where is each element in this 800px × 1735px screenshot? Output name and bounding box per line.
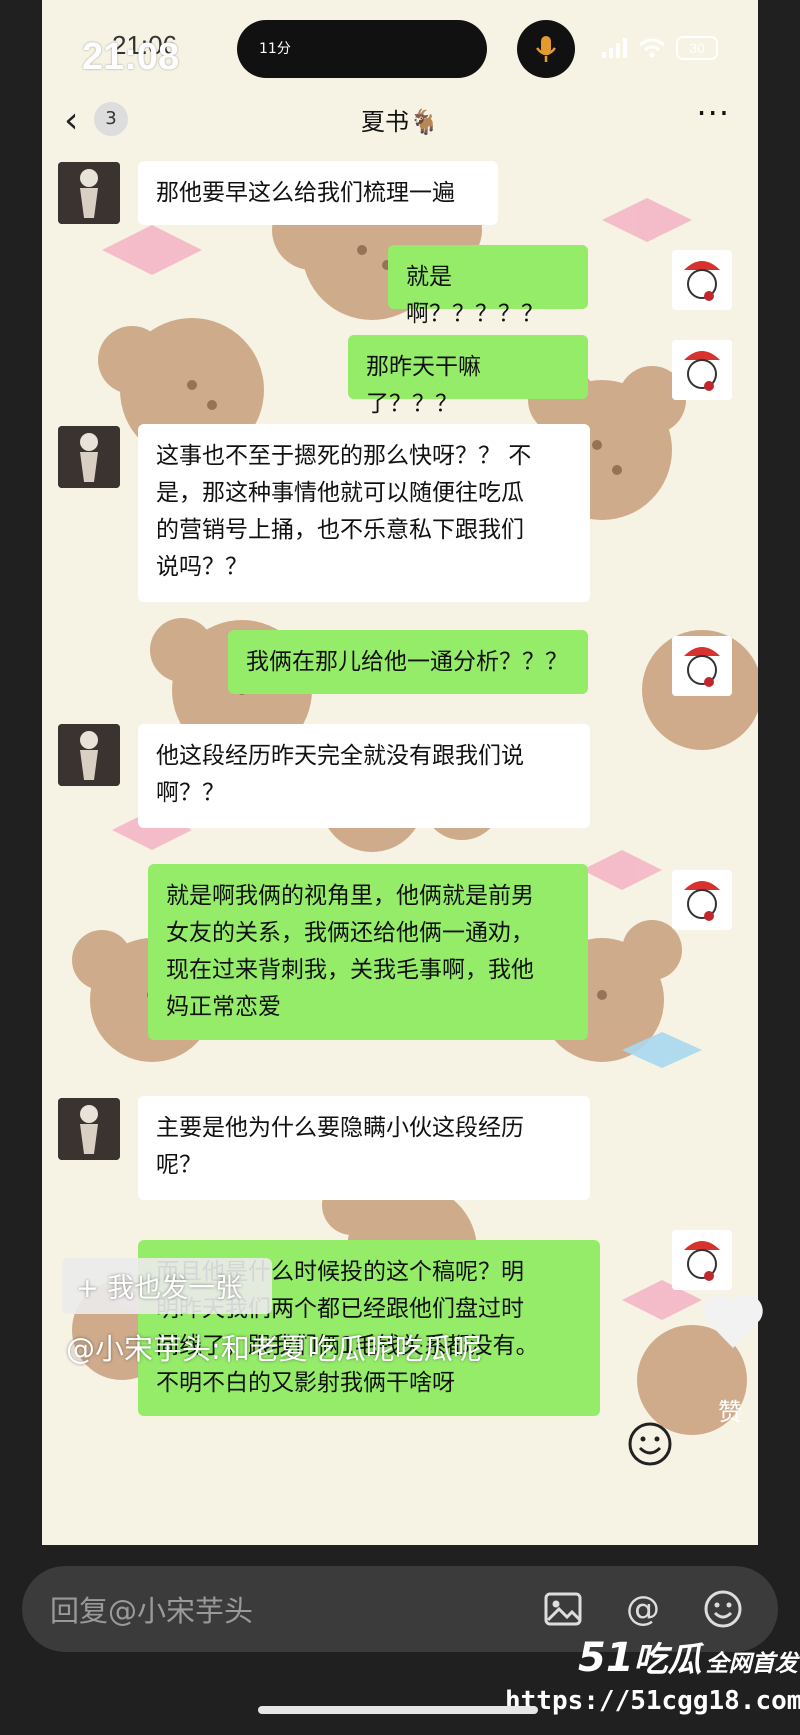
dynamic-island: 11分 — [237, 20, 487, 78]
status-bar: 21:06 21:08 11分 30 — [42, 0, 758, 100]
message-line: 呢？ — [156, 1152, 202, 1178]
island-label: 11分 — [259, 41, 291, 57]
chat-screenshot: 21:06 21:08 11分 30 ‹ 3 夏书🐐 ··· 那他要早这么给我们… — [42, 0, 758, 1545]
message-line: 就是啊我俩的视角里，他俩就是前男 — [166, 883, 534, 909]
chat-title: 夏书🐐 — [361, 108, 439, 136]
own-avatar[interactable] — [672, 870, 732, 930]
svg-text:@: @ — [626, 1589, 660, 1629]
message-line: 的营销号上捅，也不乐意私下跟我们 — [156, 517, 524, 543]
message-text: 那昨天干嘛了？？？ — [366, 354, 481, 417]
contact-avatar[interactable] — [58, 1098, 120, 1160]
message-line: 主要是他为什么要隐瞒小伙这段经历 — [156, 1115, 524, 1141]
avatar-figure-icon — [58, 162, 120, 224]
avatar-figure-icon — [58, 1098, 120, 1160]
message-bubble-right[interactable]: 就是啊我俩的视角里，他俩就是前男 女友的关系，我俩还给他俩一通劝， 现在过来背刺… — [148, 864, 588, 1040]
message-line: 不明不白的又影射我俩干啥呀 — [156, 1370, 455, 1396]
message-line: 是，那这种事情他就可以随便往吃瓜 — [156, 480, 524, 506]
message-bubble-left[interactable]: 主要是他为什么要隐瞒小伙这段经历 呢？ — [138, 1096, 590, 1200]
contact-avatar[interactable] — [58, 724, 120, 786]
message-bubble-right[interactable]: 就是啊？？？？？ — [388, 245, 588, 327]
avatar-figure-icon — [58, 724, 120, 786]
message-line: 妈正常恋爱 — [166, 994, 281, 1020]
message-bubble-right[interactable]: 我俩在那儿给他一通分析？？？ — [228, 630, 588, 694]
watermark-logo: 51吃瓜 全网首发 — [578, 1632, 798, 1681]
post-caption: @小宋芋头:和老夏吃瓜呢吃瓜呢 — [66, 1332, 482, 1366]
emoji-icon[interactable] — [626, 1420, 674, 1468]
battery-indicator: 30 — [676, 36, 718, 60]
avatar-cat-icon — [672, 1230, 732, 1290]
home-indicator — [258, 1706, 538, 1714]
contact-avatar[interactable] — [58, 426, 120, 488]
watermark-logo-num: 51 — [578, 1635, 634, 1681]
message-line: 这事也不至于摁死的那么快呀？？ 不 — [156, 443, 532, 469]
message-text: 我俩在那儿给他一通分析？？？ — [246, 649, 568, 675]
avatar-cat-icon — [672, 250, 732, 310]
watermark-logo-text: 吃瓜 — [633, 1640, 702, 1680]
message-line: 他这段经历昨天完全就没有跟我们说 — [156, 743, 524, 769]
contact-avatar[interactable] — [58, 162, 120, 224]
signal-icon — [602, 38, 627, 58]
status-icons: 30 — [602, 36, 718, 60]
status-time: 21:08 — [82, 36, 180, 78]
message-line: 女友的关系，我俩还给他俩一通劝， — [166, 920, 534, 946]
message-bubble-left[interactable]: 这事也不至于摁死的那么快呀？？ 不 是，那这种事情他就可以随便往吃瓜 的营销号上… — [138, 424, 590, 602]
message-bubble-right[interactable]: 那昨天干嘛了？？？ — [348, 335, 588, 417]
post-also-button[interactable]: + 我也发一张 — [62, 1258, 272, 1314]
image-icon[interactable] — [542, 1588, 584, 1630]
own-avatar[interactable] — [672, 636, 732, 696]
message-line: 啊？？ — [156, 780, 225, 806]
watermark-url: https://51cgg18.com — [505, 1686, 800, 1716]
more-options-icon[interactable]: ··· — [696, 94, 730, 132]
mention-icon[interactable]: @ — [622, 1588, 664, 1630]
like-label: 赞 — [718, 1398, 742, 1426]
message-line: 现在过来背刺我，关我毛事啊，我他 — [166, 957, 534, 983]
chat-header: ‹ 3 夏书🐐 ··· — [42, 92, 758, 152]
watermark-slogan: 全网首发 — [705, 1651, 798, 1677]
avatar-cat-icon — [672, 340, 732, 400]
message-line: 说吗？？ — [156, 554, 248, 580]
wifi-icon — [639, 38, 665, 58]
avatar-cat-icon — [672, 636, 732, 696]
smiley-icon[interactable] — [702, 1588, 744, 1630]
message-text: 就是啊？？？？？ — [406, 264, 544, 327]
own-avatar[interactable] — [672, 250, 732, 310]
own-avatar[interactable] — [672, 340, 732, 400]
heart-icon[interactable] — [700, 1292, 766, 1352]
message-bubble-left[interactable]: 那他要早这么给我们梳理一遍 — [138, 161, 498, 225]
microphone-icon — [536, 36, 556, 62]
app-frame: 21:06 21:08 11分 30 ‹ 3 夏书🐐 ··· 那他要早这么给我们… — [0, 0, 800, 1735]
message-bubble-left[interactable]: 他这段经历昨天完全就没有跟我们说 啊？？ — [138, 724, 590, 828]
reply-placeholder: 回复@小宋芋头 — [50, 1594, 254, 1628]
message-text: 那他要早这么给我们梳理一遍 — [156, 180, 455, 206]
own-avatar[interactable] — [672, 1230, 732, 1290]
post-also-label: + 我也发一张 — [76, 1273, 243, 1304]
mic-indicator — [517, 20, 575, 78]
avatar-cat-icon — [672, 870, 732, 930]
avatar-figure-icon — [58, 426, 120, 488]
